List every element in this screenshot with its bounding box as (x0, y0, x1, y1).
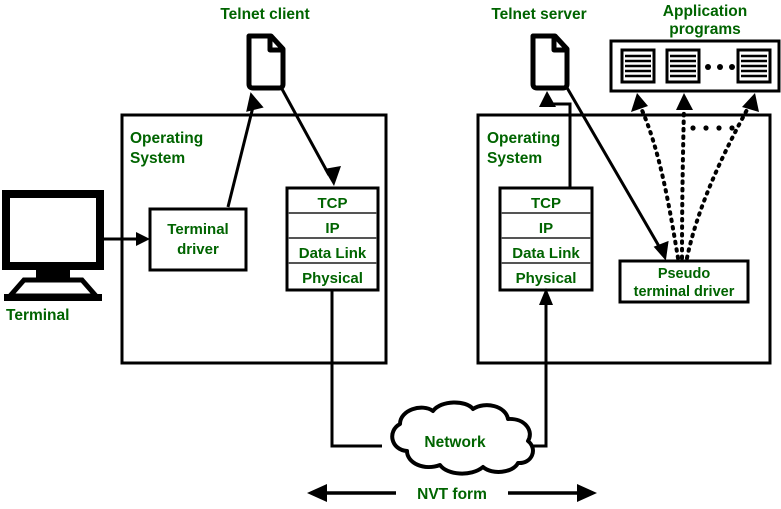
terminal-driver-label-line1: Terminal (167, 221, 228, 238)
striped-document-icon (665, 48, 701, 84)
terminal-label: Terminal (6, 307, 69, 324)
client-os-label-line2: System (130, 150, 185, 167)
nvt-form-label: NVT form (417, 486, 487, 503)
striped-document-icon (736, 48, 772, 84)
client-stack-layer-data-link: Data Link (299, 245, 367, 262)
server-stack-layer-physical: Physical (516, 270, 577, 287)
pseudo-terminal-driver-label-line1: Pseudo (658, 266, 711, 282)
server-os-label-line1: Operating (487, 130, 560, 147)
client-os-label-line1: Operating (130, 130, 203, 147)
client-protocol-stack: TCP IP Data Link Physical (285, 186, 380, 292)
server-stack-layer-tcp: TCP (531, 195, 561, 212)
server-stack-layer-ip: IP (539, 220, 553, 237)
client-stack-layer-physical: Physical (302, 270, 363, 287)
server-protocol-stack: TCP IP Data Link Physical (498, 186, 594, 292)
network-cloud-icon: Network (390, 400, 535, 476)
telnet-architecture-diagram: Terminal Terminal driver Operating Syste… (0, 0, 781, 509)
ellipsis-dots-icon (705, 64, 735, 70)
network-label: Network (424, 434, 486, 451)
diagram-canvas: Terminal Terminal driver Operating Syste… (2, 3, 781, 503)
telnet-server-document-icon (530, 33, 570, 91)
pseudo-terminal-driver-label-line2: terminal driver (634, 284, 735, 300)
application-programs-label-line1: Application (663, 3, 747, 20)
client-stack-layer-tcp: TCP (318, 195, 348, 212)
nvt-form-left-arrow (307, 484, 396, 502)
server-os-label-line2: System (487, 150, 542, 167)
telnet-client-label: Telnet client (220, 6, 309, 23)
client-stack-layer-ip: IP (325, 220, 339, 237)
terminal-driver-label-line2: driver (177, 241, 219, 258)
monitor-icon (2, 190, 104, 301)
telnet-client-document-icon (246, 33, 286, 91)
striped-document-icon (620, 48, 656, 84)
telnet-server-label: Telnet server (491, 6, 586, 23)
application-programs-label-line2: programs (669, 21, 741, 38)
server-stack-layer-data-link: Data Link (512, 245, 580, 262)
terminal-driver-box (148, 207, 248, 272)
nvt-form-right-arrow (508, 484, 597, 502)
